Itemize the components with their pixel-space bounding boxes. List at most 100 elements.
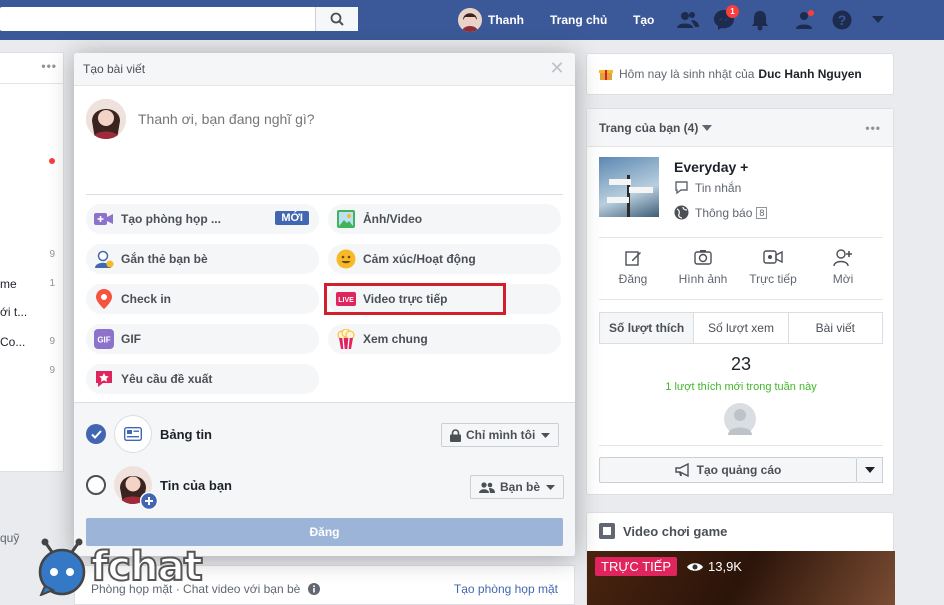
create-ad-label: Tạo quảng cáo: [696, 463, 782, 477]
create-room-button[interactable]: Tạo phòng họp ... MỚI: [86, 204, 319, 234]
ask-recommendations-button[interactable]: Yêu cầu đề xuất: [86, 364, 319, 394]
video-camera-icon: [763, 250, 783, 264]
feed-label: Bảng tin: [160, 426, 212, 442]
camera-icon: [694, 250, 712, 265]
popcorn-icon: [337, 329, 355, 349]
megaphone-icon: [674, 463, 689, 477]
page-notifications[interactable]: Thông báo 8: [674, 205, 768, 220]
info-icon[interactable]: [308, 583, 321, 595]
gaming-icon: [599, 523, 615, 539]
caret-down-icon: [864, 467, 875, 473]
action-label: Cảm xúc/Hoạt động: [363, 252, 476, 266]
caret-down-icon[interactable]: [866, 8, 890, 32]
video-thumbnail[interactable]: TRỰC TIẾP 13,9K: [587, 551, 895, 605]
post-text-input[interactable]: [138, 111, 518, 127]
page-name[interactable]: Everyday +: [674, 159, 748, 175]
page-messages[interactable]: Tin nhắn: [674, 181, 741, 195]
smiley-icon: [336, 249, 356, 269]
chat-icon: [675, 181, 688, 195]
tab-views[interactable]: Số lượt xem: [694, 313, 789, 343]
friends-icon[interactable]: [676, 8, 700, 32]
birthday-text: Hôm nay là sinh nhật của: [619, 67, 755, 81]
video-title[interactable]: Video chơi game: [623, 524, 727, 539]
live-badge: TRỰC TIẾP: [595, 557, 678, 576]
pages-title[interactable]: Trang của bạn (4): [599, 121, 698, 135]
feeling-activity-button[interactable]: Cảm xúc/Hoạt động: [328, 244, 561, 274]
story-checkbox[interactable]: [86, 475, 106, 495]
dialog-title: Tạo bài viết: [83, 62, 146, 76]
tag-friends-icon: [95, 250, 114, 268]
left-bottom-text: quỹ: [0, 531, 20, 545]
left-item-label[interactable]: me: [0, 277, 17, 291]
action-label: Đăng: [618, 272, 648, 286]
action-label: Trực tiếp: [749, 272, 797, 286]
birthday-name[interactable]: Duc Hanh Nguyen: [758, 67, 861, 81]
gaming-video-card: Video chơi game TRỰC TIẾP 13,9K: [586, 512, 895, 605]
search-input[interactable]: [0, 7, 358, 31]
create-ad-dropdown[interactable]: [857, 457, 883, 483]
caret-down-icon: [546, 484, 556, 490]
action-label: Check in: [121, 292, 172, 306]
gif-icon: GIF: [94, 329, 114, 349]
more-icon[interactable]: •••: [865, 121, 881, 135]
caret-down-icon[interactable]: [702, 124, 713, 131]
left-count: 1: [49, 278, 55, 289]
search-button[interactable]: [315, 7, 358, 31]
notifications-label: Thông báo: [695, 205, 753, 220]
recommendation-icon: [96, 371, 112, 387]
tab-likes[interactable]: Số lượt thích: [600, 313, 695, 343]
action-label: Xem chung: [363, 332, 428, 346]
home-link[interactable]: Trang chủ: [550, 0, 607, 40]
avatar[interactable]: [724, 403, 756, 435]
avatar: [86, 99, 126, 139]
view-count: 13,9K: [687, 559, 742, 574]
page-action-photo[interactable]: Hình ảnh: [673, 249, 733, 286]
create-link[interactable]: Tạo: [633, 0, 654, 40]
dialog-header: Tạo bài viết ✕: [74, 53, 575, 86]
stats-tabs: Số lượt thích Số lượt xem Bài viết: [599, 312, 883, 344]
groups-icon[interactable]: [792, 8, 816, 32]
gift-icon: [599, 70, 613, 80]
more-icon[interactable]: •••: [41, 59, 57, 73]
close-icon[interactable]: ✕: [549, 59, 565, 77]
left-item-label[interactable]: Co...: [0, 335, 25, 349]
messenger-icon[interactable]: 1: [712, 5, 739, 32]
story-privacy-select[interactable]: Bạn bè: [470, 475, 565, 499]
feed-privacy-label: Chỉ mình tôi: [466, 428, 536, 442]
create-post-dialog: Tạo bài viết ✕ Tạo phòng họp ... MỚI Ảnh…: [74, 53, 575, 556]
help-icon[interactable]: ?: [830, 8, 854, 32]
new-badge: MỚI: [275, 211, 309, 225]
video-header: Video chơi game: [587, 513, 893, 549]
action-label: Yêu cầu đề xuất: [121, 372, 213, 386]
create-ad-button[interactable]: Tạo quảng cáo: [599, 457, 857, 483]
bell-icon[interactable]: [748, 8, 772, 32]
profile-link[interactable]: Thanh: [458, 0, 524, 40]
fchat-logo-icon: [38, 538, 86, 596]
left-item-label[interactable]: ới t...: [0, 305, 27, 319]
add-story-icon[interactable]: [140, 492, 158, 510]
notifications-count: 8: [756, 206, 768, 219]
birthday-card[interactable]: Hôm nay là sinh nhật của Duc Hanh Nguyen: [586, 53, 894, 95]
page-action-live[interactable]: Trực tiếp: [743, 249, 803, 286]
page-action-post[interactable]: Đăng: [603, 249, 663, 286]
views-label: 13,9K: [708, 559, 742, 574]
page-thumbnail[interactable]: [599, 157, 659, 217]
feed-checkbox[interactable]: [86, 424, 106, 444]
feed-privacy-select[interactable]: Chỉ mình tôi: [441, 423, 560, 447]
edit-icon: [625, 251, 641, 266]
check-in-button[interactable]: Check in: [86, 284, 319, 314]
left-count: 9: [49, 336, 55, 347]
gif-button[interactable]: GIF GIF: [86, 324, 319, 354]
action-label: Hình ảnh: [678, 272, 728, 286]
photo-video-button[interactable]: Ảnh/Video: [328, 204, 561, 234]
tab-posts[interactable]: Bài viết: [789, 313, 882, 343]
story-privacy-label: Bạn bè: [500, 480, 541, 494]
page-action-invite[interactable]: Mời: [813, 249, 873, 286]
messenger-badge: 1: [726, 5, 739, 18]
your-pages-card: Trang của bạn (4) ••• Everyday + Tin nhắ…: [586, 108, 894, 495]
tag-friends-button[interactable]: Gắn thẻ bạn bè: [86, 244, 319, 274]
create-room-link[interactable]: Tạo phòng họp mặt: [454, 582, 558, 596]
avatar: [458, 8, 482, 32]
watch-party-button[interactable]: Xem chung: [328, 324, 561, 354]
composer: [86, 99, 518, 139]
